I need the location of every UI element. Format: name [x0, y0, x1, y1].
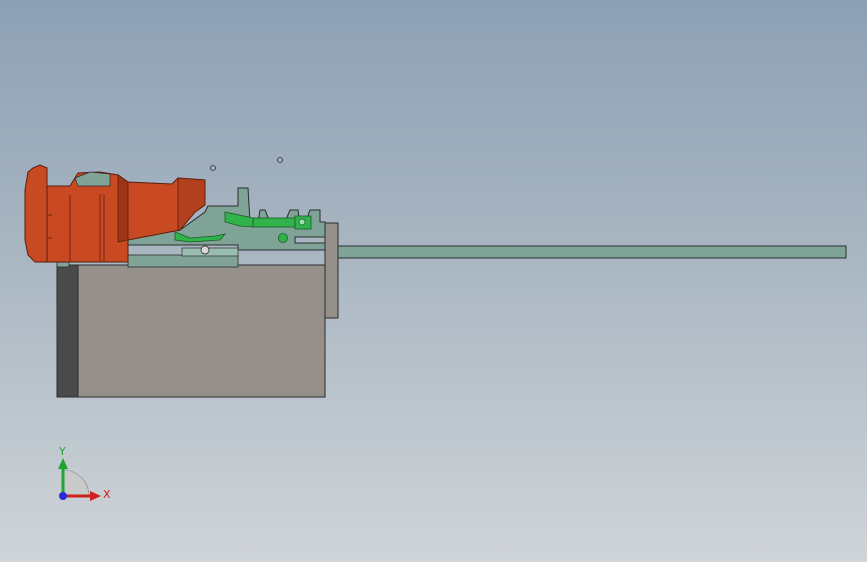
hole-marker-2: [210, 165, 216, 171]
guide-rod[interactable]: [337, 245, 847, 259]
set-screw[interactable]: [278, 233, 288, 243]
cad-viewport[interactable]: Y X: [0, 0, 867, 562]
end-plate[interactable]: [324, 222, 339, 319]
plunger-hole: [298, 218, 306, 226]
housing-shadow-panel: [117, 174, 129, 243]
orange-housing[interactable]: [24, 164, 206, 263]
y-axis-label: Y: [58, 445, 66, 458]
x-axis-label: X: [103, 488, 111, 501]
y-axis-arrow: [58, 458, 68, 469]
hole-marker: [277, 157, 283, 163]
cad-model-view[interactable]: Y X: [0, 0, 867, 562]
slide-channel: [181, 247, 239, 257]
x-axis-arrow: [90, 491, 101, 501]
axis-triad[interactable]: Y X: [58, 445, 111, 501]
triad-plane: [62, 469, 90, 497]
pivot-pin[interactable]: [200, 245, 210, 255]
base-block-dark-side: [56, 264, 79, 398]
lower-rail: [127, 254, 239, 268]
z-axis-dot: [59, 492, 67, 500]
base-block[interactable]: [56, 254, 326, 398]
housing-end-cap[interactable]: [24, 164, 48, 263]
